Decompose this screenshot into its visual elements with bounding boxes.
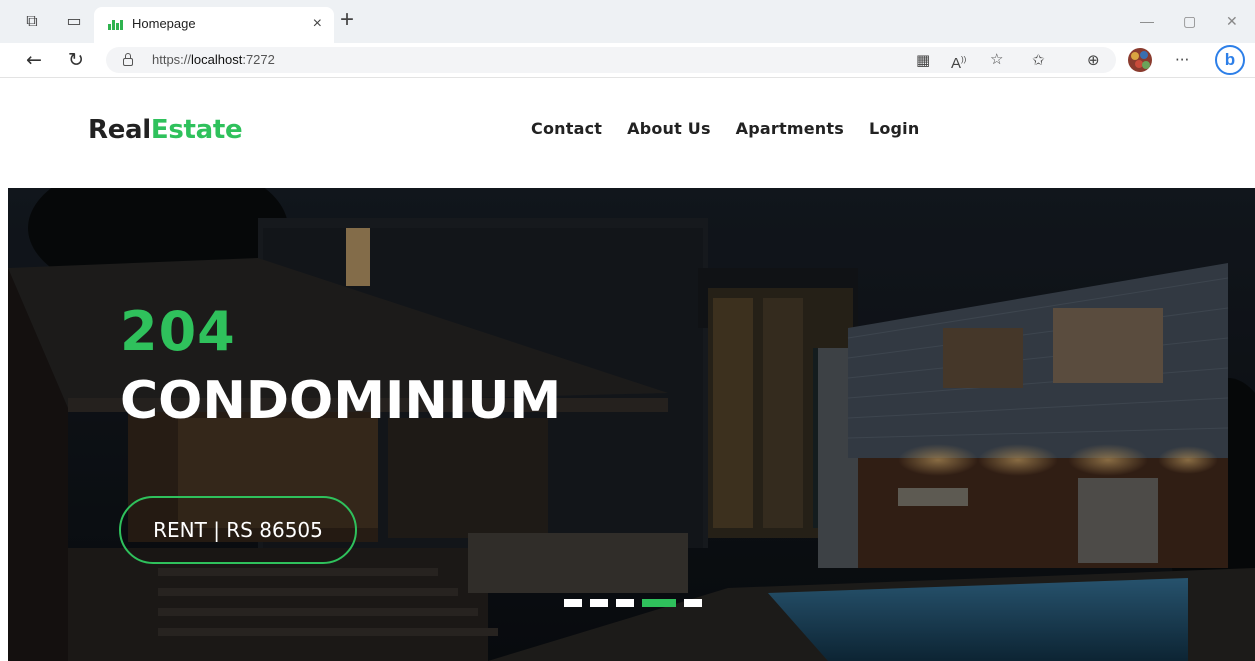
lock-icon[interactable]	[123, 53, 133, 66]
slide-indicator-3[interactable]	[616, 599, 634, 607]
tab-close-icon[interactable]: ×	[313, 15, 322, 33]
read-aloud-icon[interactable]: A))	[951, 51, 966, 73]
slide-indicator-4-active[interactable]	[642, 599, 676, 607]
workspaces-icon[interactable]: ⧉	[21, 10, 43, 32]
rent-price-button[interactable]: RENT | RS 86505	[119, 496, 357, 564]
hero-property-type: CONDOMINIUM	[120, 371, 562, 431]
logo-part-estate: Estate	[150, 115, 243, 145]
minimize-icon[interactable]: —	[1140, 13, 1154, 29]
maximize-icon[interactable]: ▢	[1183, 13, 1196, 30]
slide-indicator-1[interactable]	[564, 599, 582, 607]
bing-copilot-icon[interactable]: b	[1215, 45, 1245, 75]
refresh-icon[interactable]: ↻	[63, 47, 89, 73]
window-close-icon[interactable]: ✕	[1226, 13, 1238, 30]
hero-slider: 204 CONDOMINIUM RENT | RS 86505	[8, 188, 1255, 661]
app-available-icon[interactable]: ▦	[916, 51, 930, 69]
favorites-list-icon[interactable]: ✩	[1032, 51, 1045, 69]
collections-icon[interactable]: ⊕	[1087, 51, 1100, 69]
site-logo[interactable]: RealEstate	[88, 115, 243, 145]
favorite-star-icon[interactable]: ☆	[990, 50, 1003, 68]
hero-unit-number: 204	[120, 300, 236, 363]
more-menu-icon[interactable]: ···	[1175, 51, 1189, 69]
new-tab-button[interactable]: +	[340, 6, 354, 34]
address-bar[interactable]: https://localhost:7272 ▦ A)) ☆	[106, 47, 1116, 73]
profile-avatar[interactable]	[1128, 48, 1152, 72]
slide-indicator-2[interactable]	[590, 599, 608, 607]
browser-toolbar: ← ↻ https://localhost:7272 ▦ A)) ☆ ✩ ⊕ ·…	[0, 43, 1255, 78]
nav-link-contact[interactable]: Contact	[531, 119, 602, 138]
favicon-icon	[108, 20, 126, 30]
back-arrow-icon[interactable]: ←	[21, 47, 47, 73]
tab-homepage[interactable]: Homepage ×	[94, 7, 334, 43]
nav-link-apartments[interactable]: Apartments	[736, 119, 844, 138]
tab-title: Homepage	[132, 16, 196, 31]
browser-tab-bar: ⧉ ▭ Homepage × + — ▢ ✕	[0, 0, 1255, 43]
slide-indicator-5[interactable]	[684, 599, 702, 607]
site-header: RealEstate Contact About Us Apartments L…	[0, 78, 1255, 188]
logo-part-real: Real	[88, 115, 151, 145]
url-text[interactable]: https://localhost:7272	[152, 52, 275, 67]
nav-link-login[interactable]: Login	[869, 119, 920, 138]
main-nav: Contact About Us Apartments Login	[531, 119, 919, 138]
slider-indicators	[564, 599, 702, 607]
nav-link-about-us[interactable]: About Us	[627, 119, 711, 138]
tab-actions-icon[interactable]: ▭	[63, 10, 85, 32]
